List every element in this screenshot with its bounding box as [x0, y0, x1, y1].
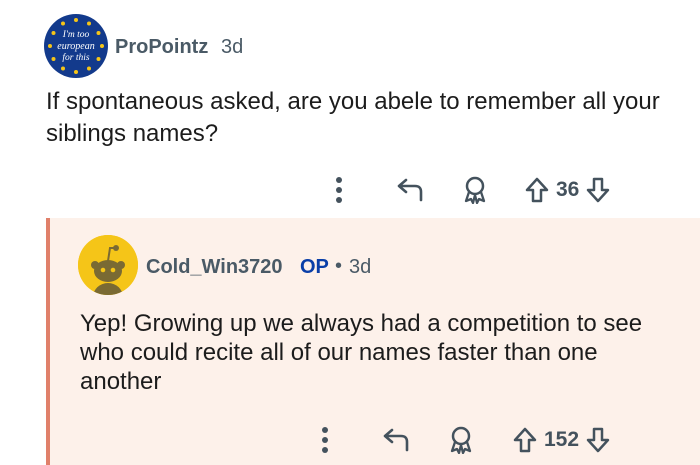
reply-comment: Cold_Win3720 OP • 3d Yep! Growing up we … — [46, 218, 700, 465]
comment: I'm too european for this ProPointz 3d I… — [0, 0, 700, 210]
comment-body: If spontaneous asked, are you abele to r… — [46, 88, 660, 147]
upvote-icon[interactable] — [522, 172, 552, 208]
reply-age: 3d — [349, 256, 372, 278]
comment-actions: 36 — [326, 172, 613, 208]
badge-text-line-3: for this — [62, 52, 89, 63]
reply-body: Yep! Growing up we always had a competit… — [80, 310, 643, 395]
meta-separator: • — [335, 255, 343, 277]
badge-text-line-2: european — [57, 41, 94, 52]
reply-actions: 152 — [312, 422, 613, 458]
vote-count: 152 — [544, 428, 580, 451]
more-options-icon[interactable] — [326, 172, 352, 208]
badge-text-line-1: I'm too — [62, 30, 90, 40]
comment-age: 3d — [221, 36, 244, 58]
thread-line[interactable] — [46, 218, 50, 465]
reply-icon[interactable] — [392, 172, 426, 208]
downvote-icon[interactable] — [583, 172, 613, 208]
snoo-avatar-icon[interactable] — [78, 235, 138, 295]
upvote-icon[interactable] — [510, 422, 540, 458]
vote-count: 36 — [556, 178, 580, 201]
downvote-icon[interactable] — [583, 422, 613, 458]
award-icon[interactable] — [458, 172, 492, 208]
more-options-icon[interactable] — [312, 422, 338, 458]
award-icon[interactable] — [444, 422, 478, 458]
op-badge: OP — [300, 256, 329, 278]
eu-flag-badge-icon[interactable]: I'm too european for this — [44, 14, 108, 78]
reply-icon[interactable] — [378, 422, 412, 458]
reply-author[interactable]: Cold_Win3720 — [146, 256, 283, 279]
comment-author[interactable]: ProPointz — [115, 36, 208, 59]
